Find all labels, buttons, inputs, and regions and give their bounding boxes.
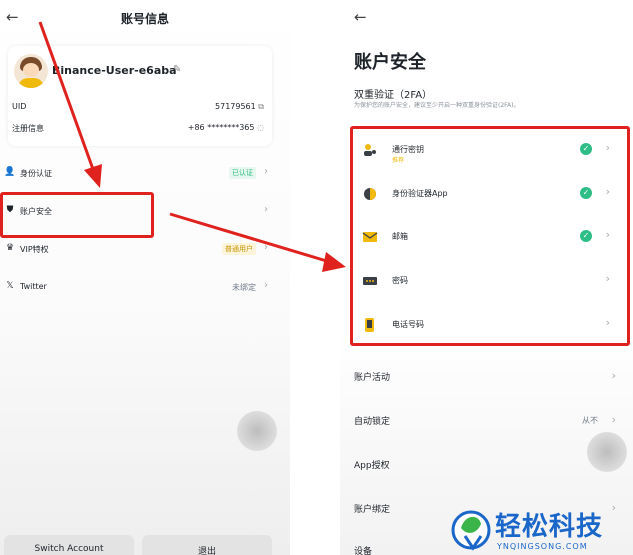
watermark: 轻松科技 YNQINGSONG.COM	[445, 506, 633, 555]
watermark-text: 轻松科技	[495, 512, 604, 542]
watermark-url: YNQINGSONG.COM	[497, 542, 588, 551]
watermark-logo-icon	[451, 510, 491, 551]
annotation-arrows	[38, 21, 346, 272]
